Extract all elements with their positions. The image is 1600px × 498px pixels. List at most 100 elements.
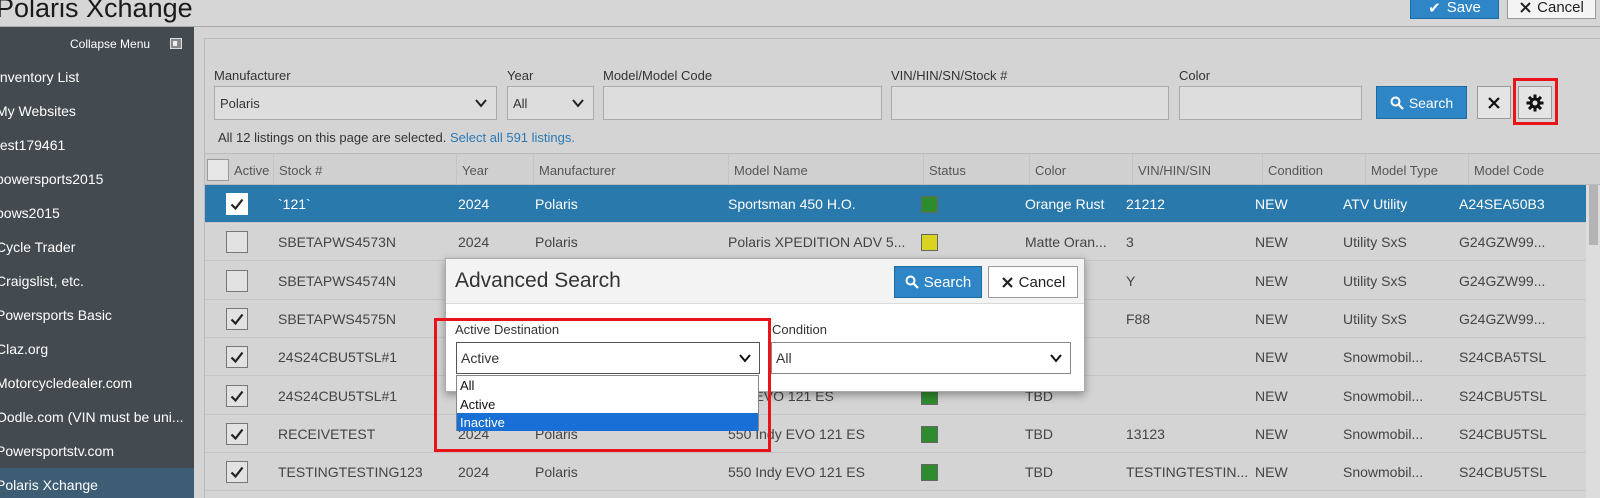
gear-highlight-box <box>1513 78 1558 125</box>
sidebar-item-label: Claz.org <box>0 341 49 357</box>
sidebar-item-motorcycledealer[interactable]: Motorcycledealer.com <box>0 366 194 400</box>
cell-condition: NEW <box>1255 196 1288 212</box>
condition-label: Condition <box>772 322 827 337</box>
sidebar-item-polaris-xchange[interactable]: Polaris Xchange <box>0 468 194 498</box>
check-icon <box>230 352 244 364</box>
vin-label: VIN/HIN/SN/Stock # <box>891 68 1008 83</box>
cell-color: TBD <box>1025 425 1053 442</box>
cancel-button[interactable]: Cancel <box>1507 0 1596 19</box>
cell-model-type: Snowmobil... <box>1343 425 1424 442</box>
sidebar-item-powersportstv[interactable]: Powersportstv.com <box>0 434 194 468</box>
select-all-link[interactable]: Select all 591 listings. <box>450 130 575 145</box>
sidebar-item-craigslist[interactable]: Craigslist, etc. <box>0 264 194 298</box>
table-row[interactable]: RECEIVETEST 2024 Polaris 550 Indy EVO 121 E… <box>205 414 1600 453</box>
row-checkbox[interactable] <box>226 193 248 215</box>
cell-vin: 13123 <box>1126 425 1165 442</box>
vin-input[interactable] <box>891 86 1169 120</box>
cell-model-code: G24GZW99... <box>1459 234 1546 251</box>
scrollbar-thumb[interactable] <box>1589 185 1598 245</box>
selection-text: All 12 listings on this page are selecte… <box>218 130 447 145</box>
search-button[interactable]: Search <box>1376 86 1467 119</box>
col-color[interactable]: Color <box>1029 154 1132 186</box>
col-condition[interactable]: Condition <box>1262 154 1365 186</box>
cell-vin: F88 <box>1126 310 1151 327</box>
cell-manufacturer: Polaris <box>535 196 578 212</box>
color-input[interactable] <box>1179 86 1362 120</box>
condition-select[interactable]: All <box>771 342 1071 374</box>
cell-condition: NEW <box>1255 272 1288 289</box>
sidebar-item-claz[interactable]: Claz.org <box>0 332 194 366</box>
col-active[interactable]: Active <box>229 154 273 186</box>
row-checkbox[interactable] <box>226 307 248 330</box>
cell-model-code: S24CBU5TSL <box>1459 425 1547 442</box>
sidebar-item-powersports2015[interactable]: powersports2015 <box>0 162 194 196</box>
close-icon <box>1001 276 1013 288</box>
search-icon <box>1390 96 1404 110</box>
vertical-scrollbar[interactable] <box>1586 185 1600 498</box>
col-manufacturer[interactable]: Manufacturer <box>533 154 728 186</box>
row-checkbox[interactable] <box>226 422 248 445</box>
status-indicator <box>921 425 938 443</box>
sidebar-item-oodle[interactable]: Oodle.com (VIN must be uni... <box>0 400 194 434</box>
save-label: Save <box>1446 0 1481 16</box>
cell-condition: NEW <box>1255 234 1288 251</box>
cell-manufacturer: Polaris <box>535 234 578 251</box>
cell-stock: SBETAPWS4573N <box>278 234 397 251</box>
sidebar-item-label: Powersportstv.com <box>0 443 114 459</box>
table-row[interactable]: TESTINGTESTING123 2024 Polaris 550 Indy EVO… <box>205 453 1600 492</box>
col-stock[interactable]: Stock # <box>273 154 456 186</box>
cell-model-type: Snowmobil... <box>1343 349 1424 366</box>
year-select[interactable]: All <box>507 86 594 120</box>
row-checkbox[interactable] <box>226 231 248 254</box>
table-row[interactable]: `121` 2024 Polaris Sportsman 450 H.O. Orange… <box>205 185 1600 223</box>
col-vin[interactable]: VIN/HIN/SIN <box>1132 154 1262 186</box>
sidebar-item-label: pows2015 <box>0 205 60 221</box>
model-input[interactable] <box>603 86 882 120</box>
row-checkbox[interactable] <box>226 269 248 292</box>
select-all-checkbox[interactable] <box>207 159 229 181</box>
table-row[interactable]: SBETAPWS4573N 2024 Polaris Polaris XPEDITIO… <box>205 223 1600 262</box>
col-status[interactable]: Status <box>923 154 1029 186</box>
check-icon <box>230 198 244 211</box>
sidebar: Collapse Menu Inventory List My Websites… <box>0 27 194 498</box>
row-checkbox[interactable] <box>226 346 248 369</box>
year-value: All <box>513 95 528 111</box>
cell-stock: `121` <box>278 196 311 212</box>
cell-model-type: Utility SxS <box>1343 234 1407 251</box>
clear-filters-button[interactable] <box>1477 86 1511 119</box>
table-header: Active Stock # Year Manufacturer Model N… <box>205 153 1600 186</box>
collapse-menu-button[interactable]: Collapse Menu <box>0 27 194 60</box>
dialog-search-button[interactable]: Search <box>894 266 982 298</box>
row-checkbox[interactable] <box>226 384 248 407</box>
col-model-type[interactable]: Model Type <box>1365 154 1468 186</box>
row-checkbox[interactable] <box>226 461 248 484</box>
cell-color: TBD <box>1025 464 1053 481</box>
manufacturer-select[interactable]: Polaris <box>214 86 497 120</box>
cell-stock: 24S24CBU5TSL#1 <box>278 387 398 404</box>
sidebar-item-inventory-list[interactable]: Inventory List <box>0 60 194 94</box>
sidebar-item-label: Craigslist, etc. <box>0 273 84 289</box>
sidebar-item-label: Inventory List <box>0 69 80 85</box>
cell-stock: 24S24CBU5TSL#1 <box>278 349 398 366</box>
status-indicator <box>921 196 938 213</box>
sidebar-item-powersports-basic[interactable]: Powersports Basic <box>0 298 194 332</box>
save-button[interactable]: ✔ Save <box>1410 0 1499 19</box>
check-icon <box>230 313 244 326</box>
sidebar-item-cycle-trader[interactable]: Cycle Trader <box>0 230 194 264</box>
cell-stock: SBETAPWS4574N <box>278 272 397 289</box>
color-label: Color <box>1179 68 1211 83</box>
dialog-cancel-button[interactable]: Cancel <box>988 266 1078 298</box>
cell-year: 2024 <box>458 234 490 251</box>
sidebar-item-pows2015[interactable]: pows2015 <box>0 196 194 230</box>
col-model-name[interactable]: Model Name <box>728 154 923 186</box>
col-year[interactable]: Year <box>456 154 533 186</box>
sidebar-item-test179461[interactable]: test179461 <box>0 128 194 162</box>
cell-vin <box>1126 338 1256 376</box>
cell-model-type: Snowmobil... <box>1343 464 1424 481</box>
cell-model-code: G24GZW99... <box>1459 272 1546 289</box>
check-icon <box>230 390 244 402</box>
col-model-code[interactable]: Model Code <box>1468 154 1586 186</box>
cell-vin: 3 <box>1126 234 1134 251</box>
status-indicator <box>921 464 938 482</box>
sidebar-item-my-websites[interactable]: My Websites <box>0 94 194 128</box>
